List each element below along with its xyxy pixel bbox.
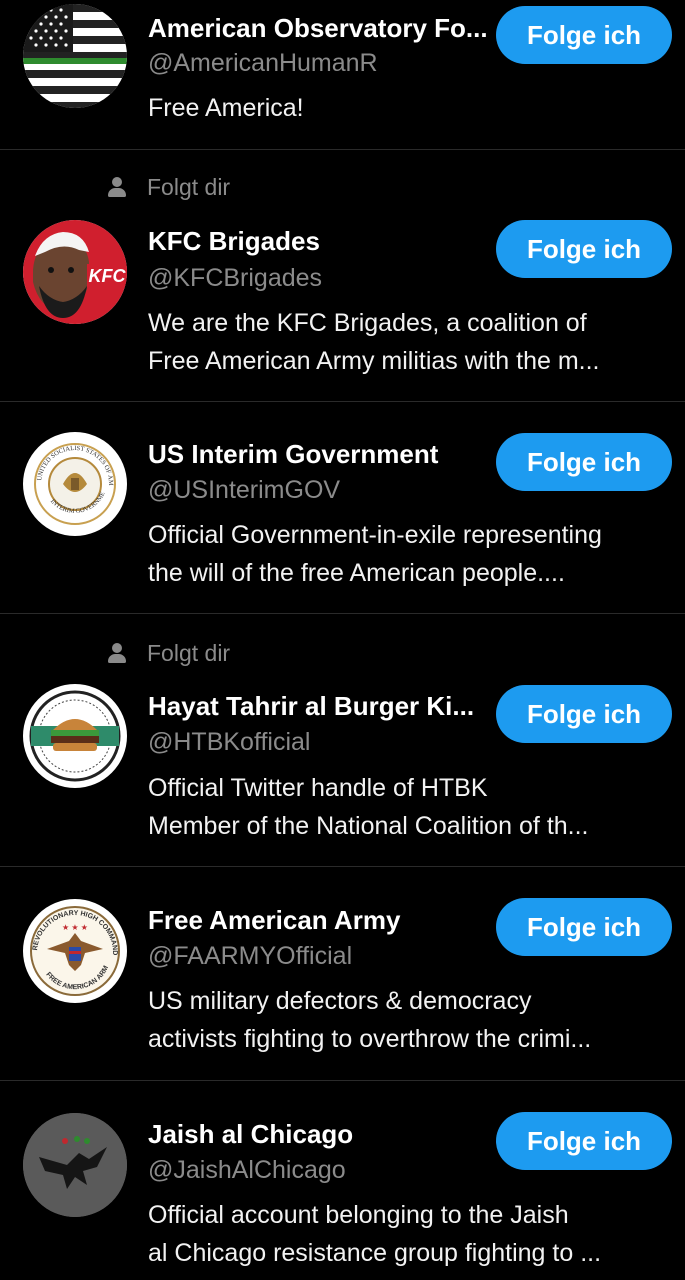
burger-emblem-icon [23, 684, 127, 788]
account-handle: @USInterimGOV [148, 476, 341, 504]
bio-line: Official Government-in-exile representin… [148, 521, 602, 549]
account-handle: @FAARMYOfficial [148, 942, 353, 970]
list-item[interactable]: Folgt dir KFC KFC Brigades @KFCBrigades … [0, 150, 685, 402]
account-handle: @AmericanHumanR [148, 49, 378, 77]
person-icon [108, 176, 126, 198]
interim-government-seal-icon: UNITED SOCIALIST STATES OF AMERICA INTER… [23, 432, 127, 536]
bio-line: Official account belonging to the Jaish [148, 1201, 569, 1229]
list-item[interactable]: UNITED SOCIALIST STATES OF AMERICA INTER… [0, 402, 685, 614]
avatar[interactable] [23, 684, 127, 788]
follows-you-label: Folgt dir [147, 173, 231, 200]
account-bio: Official Twitter handle of HTBK Member o… [148, 769, 673, 845]
kfc-logo-text: KFC [89, 266, 127, 286]
svg-text:★ ★ ★: ★ ★ ★ [62, 923, 88, 932]
account-handle: @KFCBrigades [148, 264, 323, 292]
follow-button[interactable]: Folge ich [496, 898, 672, 956]
account-bio: US military defectors & democracy activi… [148, 982, 673, 1058]
list-item[interactable]: Jaish al Chicago @JaishAlChicago Officia… [0, 1081, 685, 1280]
account-name[interactable]: American Observatory Fo... [148, 12, 493, 44]
list-item[interactable]: American Observatory Fo... @AmericanHuma… [0, 0, 685, 150]
kfc-logo-icon: KFC [23, 220, 127, 324]
account-name[interactable]: US Interim Government [148, 438, 493, 470]
account-bio: Official Government-in-exile representin… [148, 516, 673, 592]
eagle-emblem-icon: REVOLUTIONARY HIGH COMMAND FREE AMERICAN… [23, 899, 127, 1003]
account-name[interactable]: Free American Army [148, 904, 493, 936]
account-bio: Official account belonging to the Jaish … [148, 1196, 673, 1272]
bio-line: We are the KFC Brigades, a coalition of [148, 309, 587, 337]
follow-button[interactable]: Folge ich [496, 6, 672, 64]
avatar[interactable]: REVOLUTIONARY HIGH COMMAND FREE AMERICAN… [23, 899, 127, 1003]
bio-line: US military defectors & democracy [148, 987, 532, 1015]
follow-button[interactable]: Folge ich [496, 1112, 672, 1170]
follow-button[interactable]: Folge ich [496, 433, 672, 491]
person-icon [108, 642, 126, 664]
bio-line: Free America! [148, 94, 304, 122]
follows-you-label: Folgt dir [147, 639, 231, 666]
follows-you-indicator: Folgt dir [108, 172, 230, 202]
list-item[interactable]: REVOLUTIONARY HIGH COMMAND FREE AMERICAN… [0, 867, 685, 1081]
bio-line: Free American Army militias with the m..… [148, 347, 600, 375]
eagle-silhouette-icon [23, 1113, 127, 1217]
account-bio: We are the KFC Brigades, a coalition of … [148, 304, 673, 380]
avatar[interactable] [23, 4, 127, 108]
avatar[interactable]: KFC [23, 220, 127, 324]
bio-line: Member of the National Coalition of th..… [148, 812, 589, 840]
bio-line: Official Twitter handle of HTBK [148, 774, 488, 802]
account-name[interactable]: Hayat Tahrir al Burger Ki... [148, 690, 493, 722]
avatar[interactable]: UNITED SOCIALIST STATES OF AMERICA INTER… [23, 432, 127, 536]
bio-line: activists fighting to overthrow the crim… [148, 1025, 592, 1053]
account-handle: @HTBKofficial [148, 728, 311, 756]
bio-line: the will of the free American people.... [148, 559, 565, 587]
account-name[interactable]: KFC Brigades [148, 225, 493, 257]
follow-button[interactable]: Folge ich [496, 220, 672, 278]
account-handle: @JaishAlChicago [148, 1156, 346, 1184]
account-bio: Free America! [148, 89, 673, 127]
follows-you-indicator: Folgt dir [108, 638, 230, 668]
bio-line: al Chicago resistance group fighting to … [148, 1239, 602, 1267]
follow-button[interactable]: Folge ich [496, 685, 672, 743]
us-flag-green-line-icon [23, 4, 127, 108]
avatar[interactable] [23, 1113, 127, 1217]
list-item[interactable]: Folgt dir Hayat Tahrir al Burger Ki... @… [0, 614, 685, 867]
account-name[interactable]: Jaish al Chicago [148, 1118, 493, 1150]
